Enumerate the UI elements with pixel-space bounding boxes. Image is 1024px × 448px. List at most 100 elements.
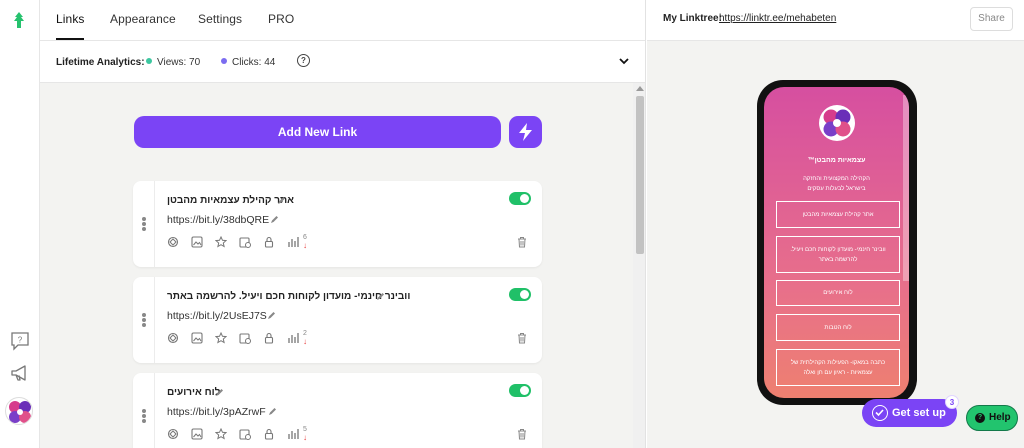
notification-badge: 3	[945, 395, 959, 409]
clicks-stat: Clicks: 44	[221, 57, 275, 68]
link-enabled-toggle[interactable]	[509, 384, 531, 397]
question-circle-icon[interactable]: ?	[297, 54, 310, 67]
link-card[interactable]: וובינר חינמי- מועדון לקוחות חכם ויעיל. ל…	[133, 277, 542, 363]
thumbnail-style-icon[interactable]	[167, 236, 179, 248]
trash-icon[interactable]	[516, 332, 528, 344]
drag-handle-icon[interactable]	[133, 373, 155, 448]
star-icon[interactable]	[215, 332, 227, 344]
linktree-preview-panel: My Linktree: https://linktr.ee/mehabeten…	[647, 0, 1024, 448]
analytics-bars-icon[interactable]	[287, 332, 299, 344]
click-count: 6 ↓	[303, 234, 307, 250]
svg-text:?: ?	[18, 336, 23, 345]
link-card[interactable]: לוח אירועים https://bit.ly/3pAZrwF 5 ↓	[133, 373, 542, 448]
link-url[interactable]: https://bit.ly/38dbQRE	[167, 214, 269, 226]
image-icon[interactable]	[191, 236, 203, 248]
trend-down-arrow-icon: ↓	[303, 337, 307, 346]
bolt-icon	[519, 123, 532, 141]
image-icon[interactable]	[191, 428, 203, 440]
top-tabs: Links Appearance Settings PRO	[40, 0, 645, 41]
preview-link-button[interactable]: אתר קהילת עצמאיות מהבטן	[776, 201, 900, 228]
megaphone-icon[interactable]	[9, 362, 31, 384]
profile-name: עצמאיות מהבטן™	[807, 157, 866, 164]
star-icon[interactable]	[215, 428, 227, 440]
link-enabled-toggle[interactable]	[509, 192, 531, 205]
thumbnail-style-icon[interactable]	[167, 332, 179, 344]
views-value: Views: 70	[157, 57, 201, 68]
edit-title-pencil-icon[interactable]	[215, 388, 224, 397]
preview-link-button[interactable]: כתבה במאקו- הפעילות הקהילתית של עצמאיות …	[776, 349, 900, 386]
views-dot-icon	[146, 58, 152, 64]
schedule-icon[interactable]	[239, 428, 251, 440]
edit-url-pencil-icon[interactable]	[270, 215, 279, 224]
link-title[interactable]: וובינר חינמי- מועדון לקוחות חכם ויעיל. ל…	[167, 291, 410, 302]
analytics-bars-icon[interactable]	[287, 236, 299, 248]
scroll-up-arrow-icon[interactable]	[636, 86, 644, 91]
profile-bio-line: הקהילה המקצועית והחזקה	[803, 176, 870, 182]
schedule-icon[interactable]	[239, 332, 251, 344]
profile-avatar	[819, 105, 855, 141]
drag-handle-icon[interactable]	[133, 181, 155, 267]
help-question-icon: ?	[975, 413, 985, 423]
click-count: 2 ↓	[303, 330, 307, 346]
add-new-link-button[interactable]: Add New Link	[134, 116, 501, 148]
lock-icon[interactable]	[263, 332, 275, 344]
edit-url-pencil-icon[interactable]	[267, 311, 276, 320]
preview-link-button[interactable]: לוח הטבות	[776, 314, 900, 341]
tab-appearance[interactable]: Appearance	[110, 12, 176, 26]
thumbnail-style-icon[interactable]	[167, 428, 179, 440]
my-linktree-label: My Linktree:	[663, 13, 722, 24]
left-rail: ?	[0, 0, 40, 448]
lock-icon[interactable]	[263, 428, 275, 440]
tab-settings[interactable]: Settings	[198, 12, 242, 26]
active-tab-indicator	[56, 38, 84, 40]
help-button[interactable]: ? Help	[966, 405, 1018, 431]
tab-pro[interactable]: PRO	[268, 12, 294, 26]
image-icon[interactable]	[191, 332, 203, 344]
trash-icon[interactable]	[516, 428, 528, 440]
edit-title-pencil-icon[interactable]	[376, 292, 385, 301]
get-set-up-button[interactable]: Get set up	[862, 399, 957, 427]
get-set-up-label: Get set up	[892, 407, 946, 419]
link-title[interactable]: אתר קהילת עצמאיות מהבטן	[167, 195, 294, 206]
linktree-logo-icon[interactable]	[10, 11, 28, 29]
preview-link-button[interactable]: וובינר חינמי- מועדון לקוחות חכם ויעיל. ל…	[776, 236, 900, 273]
click-count: 5 ↓	[303, 426, 307, 442]
lock-icon[interactable]	[263, 236, 275, 248]
phone-preview-screen[interactable]: עצמאיות מהבטן™ הקהילה המקצועית והחזקה בי…	[764, 87, 909, 398]
tab-links[interactable]: Links	[56, 12, 85, 26]
schedule-icon[interactable]	[239, 236, 251, 248]
clicks-value: Clicks: 44	[232, 57, 276, 68]
help-label: Help	[989, 412, 1011, 423]
profile-bio: הקהילה המקצועית והחזקה בישראל לבעלות עסק…	[764, 174, 909, 194]
link-url[interactable]: https://bit.ly/2UsEJ7S	[167, 310, 267, 322]
edit-title-pencil-icon[interactable]	[277, 196, 286, 205]
linktree-url-link[interactable]: https://linktr.ee/mehabeten	[719, 13, 836, 24]
preview-link-button[interactable]: לוח אירועים	[776, 280, 900, 306]
trend-down-arrow-icon: ↓	[303, 433, 307, 442]
views-stat: Views: 70	[146, 57, 200, 68]
user-avatar[interactable]	[5, 397, 33, 425]
phone-preview-frame: עצמאיות מהבטן™ הקהילה המקצועית והחזקה בי…	[757, 80, 917, 405]
analytics-bars-icon[interactable]	[287, 428, 299, 440]
trend-down-arrow-icon: ↓	[303, 241, 307, 250]
analytics-label: Lifetime Analytics:	[56, 57, 145, 68]
edit-url-pencil-icon[interactable]	[268, 407, 277, 416]
link-card[interactable]: אתר קהילת עצמאיות מהבטן https://bit.ly/3…	[133, 181, 542, 267]
star-icon[interactable]	[215, 236, 227, 248]
chevron-down-icon[interactable]	[618, 55, 630, 67]
checkmark-circle-icon	[872, 405, 888, 421]
lifetime-analytics-bar[interactable]: Lifetime Analytics: Views: 70 Clicks: 44…	[40, 41, 645, 83]
preview-header: My Linktree: https://linktr.ee/mehabeten…	[647, 0, 1024, 41]
trash-icon[interactable]	[516, 236, 528, 248]
clicks-dot-icon	[221, 58, 227, 64]
quick-add-button[interactable]	[509, 116, 542, 148]
drag-handle-icon[interactable]	[133, 277, 155, 363]
share-button[interactable]: Share	[970, 7, 1013, 31]
help-question-icon[interactable]: ?	[9, 330, 31, 352]
profile-bio-line: בישראל לבעלות עסקים	[807, 186, 866, 192]
links-editor: Links Appearance Settings PRO Lifetime A…	[40, 0, 646, 448]
link-title[interactable]: לוח אירועים	[167, 387, 220, 398]
link-url[interactable]: https://bit.ly/3pAZrwF	[167, 406, 266, 418]
link-enabled-toggle[interactable]	[509, 288, 531, 301]
editor-scroll-thumb[interactable]	[636, 96, 644, 254]
